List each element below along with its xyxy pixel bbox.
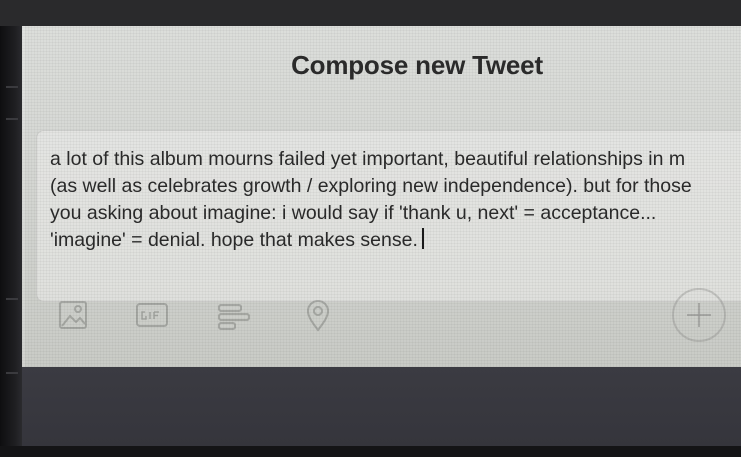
dialog-title: Compose new Tweet [291, 50, 543, 80]
photo-frame: Compose new Tweet a lot of this album mo… [0, 0, 741, 457]
compose-tweet-dialog: Compose new Tweet a lot of this album mo… [22, 26, 741, 367]
bezel-mark [6, 118, 18, 120]
top-bezel [0, 0, 741, 26]
add-tweet-icon[interactable] [672, 288, 726, 342]
location-icon[interactable] [298, 296, 338, 336]
text-caret [421, 228, 424, 249]
poll-icon[interactable] [214, 296, 254, 336]
tweet-text-area[interactable]: a lot of this album mourns failed yet im… [50, 146, 741, 254]
gif-icon[interactable] [132, 296, 172, 336]
bottom-bezel [0, 446, 741, 457]
left-bezel [0, 26, 22, 457]
compose-toolbar [22, 296, 741, 356]
bezel-mark [6, 86, 18, 88]
tweet-text: a lot of this album mourns failed yet im… [50, 148, 692, 251]
image-icon[interactable] [54, 296, 94, 336]
bezel-mark [6, 298, 18, 300]
screen-edge [22, 26, 25, 367]
keyboard-area [22, 367, 741, 446]
bezel-mark [6, 372, 18, 374]
